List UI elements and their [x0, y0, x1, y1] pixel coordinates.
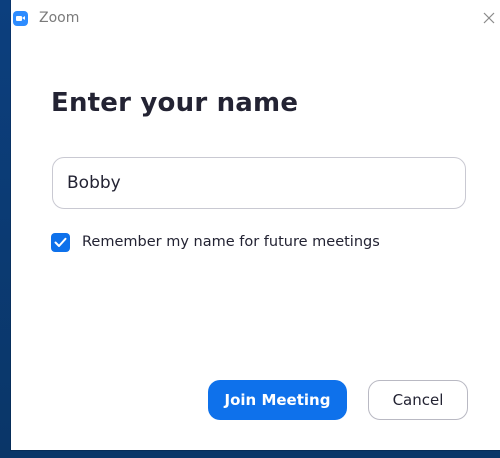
- zoom-camera-icon: [13, 11, 28, 26]
- title-bar: Zoom: [11, 0, 500, 37]
- page-title: Enter your name: [51, 88, 299, 118]
- zoom-dialog-window: Zoom Enter your name Remember my name fo…: [11, 0, 500, 450]
- checkmark-icon: [54, 237, 67, 247]
- remember-name-checkbox-row[interactable]: Remember my name for future meetings: [51, 231, 380, 253]
- close-icon[interactable]: [478, 7, 500, 29]
- window-title: Zoom: [39, 10, 80, 26]
- remember-name-label: Remember my name for future meetings: [82, 234, 380, 250]
- cancel-button[interactable]: Cancel: [368, 380, 468, 420]
- remember-name-checkbox[interactable]: [51, 232, 70, 252]
- name-input[interactable]: [52, 157, 466, 209]
- join-meeting-button[interactable]: Join Meeting: [208, 380, 347, 420]
